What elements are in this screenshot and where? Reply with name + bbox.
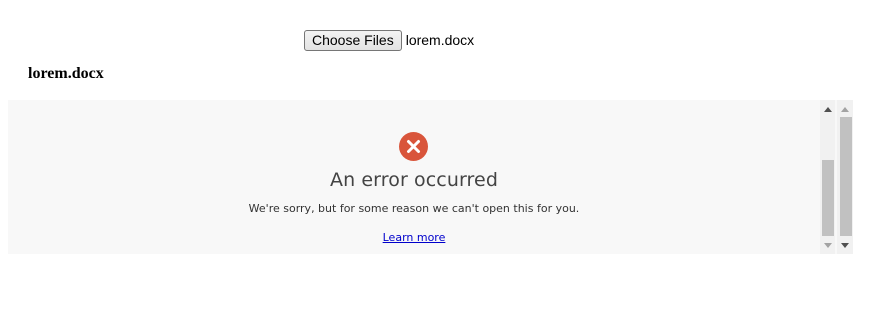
scroll-up-arrow[interactable] (837, 102, 853, 116)
selected-file-name: lorem.docx (405, 32, 475, 48)
inner-vertical-scrollbar[interactable] (820, 100, 835, 254)
chevron-down-icon (823, 242, 832, 248)
scroll-up-arrow[interactable] (820, 102, 835, 116)
scroll-down-arrow[interactable] (820, 238, 835, 252)
file-input[interactable]: Choose Files lorem.docx (304, 29, 474, 51)
chevron-down-icon (841, 242, 849, 248)
scrollbar-thumb[interactable] (840, 117, 852, 236)
choose-files-button[interactable]: Choose Files (304, 29, 402, 51)
error-x-circle-icon (399, 132, 428, 161)
chevron-up-icon (841, 106, 849, 112)
scroll-down-arrow[interactable] (837, 238, 853, 252)
chevron-up-icon (823, 106, 832, 112)
document-viewer-frame: An error occurred We're sorry, but for s… (8, 100, 853, 254)
error-panel: An error occurred We're sorry, but for s… (8, 100, 820, 254)
document-title: lorem.docx (28, 65, 104, 82)
learn-more-link[interactable]: Learn more (383, 231, 446, 244)
outer-vertical-scrollbar[interactable] (837, 100, 853, 254)
scrollbar-thumb[interactable] (822, 160, 834, 236)
error-message: We're sorry, but for some reason we can'… (248, 202, 580, 215)
error-heading: An error occurred (330, 169, 498, 191)
